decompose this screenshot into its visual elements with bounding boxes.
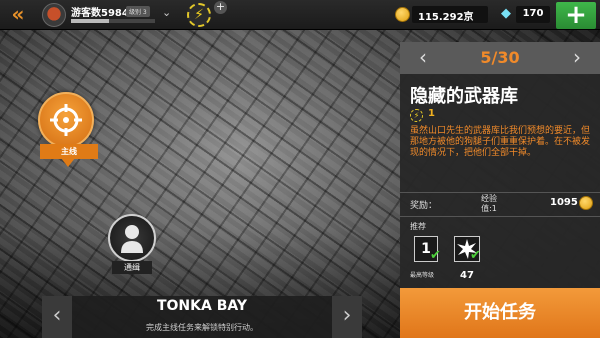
area-next-button[interactable]: › — [332, 296, 362, 338]
player-level-badge: 级别 3 — [126, 6, 150, 17]
mission-prev-button[interactable]: ‹ — [406, 42, 440, 74]
cash-value: 115.292京 — [418, 12, 474, 23]
chevron-down-icon[interactable]: ⌄ — [162, 6, 171, 19]
mission-description: 虽然山口先生的武器库比我们预想的要近，但那地方被他的狗腿子们重重保护着。在不被发… — [410, 126, 591, 158]
mission-index: 5/30 — [480, 48, 520, 67]
diamond-icon: ◆ — [501, 6, 511, 21]
area-name: TONKA BAY — [156, 298, 248, 314]
avatar[interactable] — [42, 3, 66, 27]
gem-value: 170 — [522, 8, 544, 19]
divider — [400, 216, 600, 217]
start-mission-button[interactable]: 开始任务 — [400, 288, 600, 338]
xp-reward: 经验值:1 — [481, 194, 497, 213]
mission-difficulty: 1 — [428, 108, 435, 119]
double-chevron-left-icon: « — [11, 2, 25, 26]
chevron-left-icon: ‹ — [419, 45, 427, 69]
chevron-left-icon: ‹ — [52, 303, 62, 328]
check-icon: ✔ — [430, 248, 441, 263]
main-mission-label[interactable]: 主线 — [40, 144, 98, 159]
wanted-marker[interactable] — [108, 214, 156, 262]
check-icon: ✔ — [470, 248, 481, 263]
chevron-right-icon: › — [342, 303, 352, 328]
coin-icon — [579, 196, 593, 210]
energy-add-button[interactable]: + — [214, 1, 227, 14]
xp-progress-fill — [71, 19, 109, 23]
main-mission-marker[interactable] — [38, 92, 94, 148]
lightning-icon: ⚡ — [410, 109, 423, 122]
chevron-right-icon: › — [573, 45, 581, 69]
player-name: 游客数5984 — [71, 8, 129, 19]
lightning-icon[interactable]: ⚡ — [187, 3, 211, 27]
crosshair-icon — [50, 104, 82, 136]
back-button[interactable]: « — [4, 3, 32, 27]
marker-pointer — [61, 158, 75, 167]
add-currency-button[interactable]: + — [556, 2, 596, 29]
area-hint: 完成主线任务来解锁特别行动。 — [146, 323, 258, 332]
divider — [400, 192, 600, 193]
xp-progress-bar — [71, 19, 155, 23]
cash-reward: 1095 — [550, 197, 578, 208]
person-silhouette-icon — [121, 225, 143, 253]
mission-title: 隐藏的武器库 — [410, 86, 518, 107]
area-prev-button[interactable]: ‹ — [42, 296, 72, 338]
top-bar: « 游客数5984 级别 3 ⌄ ⚡ + 115.292京 ◆ 170 + — [0, 0, 600, 30]
recommend-level-caption: 最高等级 — [410, 272, 435, 279]
mission-next-button[interactable]: › — [560, 42, 594, 74]
coin-icon — [395, 7, 410, 22]
wanted-label[interactable]: 通缉 — [112, 261, 152, 274]
recommend-weapon-value: 47 — [460, 270, 474, 281]
reward-label: 奖励： — [410, 201, 438, 211]
recommend-label: 推荐 — [410, 222, 426, 231]
